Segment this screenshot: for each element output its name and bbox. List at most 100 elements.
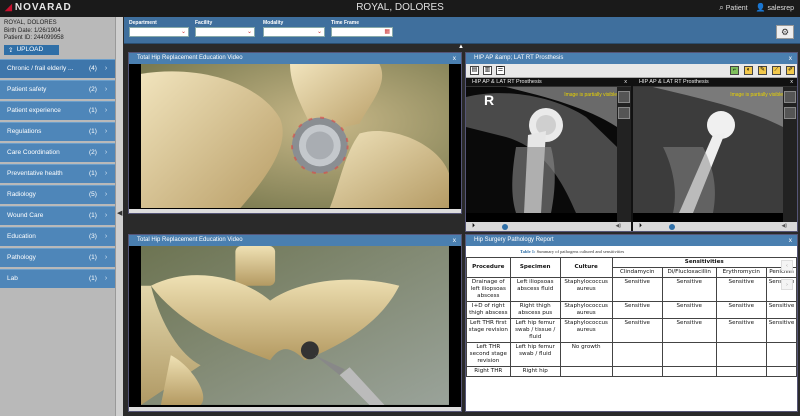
sensitivity-cell: Sensitive: [715, 277, 768, 302]
department-select[interactable]: ⌄: [129, 27, 189, 37]
panel-title: Total Hip Replacement Education Video: [137, 237, 243, 243]
thumbnail[interactable]: [618, 91, 630, 103]
xray-viewport-right[interactable]: HIP AP & LAT RT Prosthesis x Image is pa…: [633, 78, 797, 231]
next-page-icon[interactable]: ›: [781, 279, 793, 290]
cine-player: ⏵ ◀): [466, 222, 631, 231]
sidebar-category-item[interactable]: Pathology (1) ›: [0, 247, 115, 267]
xray-viewport-left[interactable]: HIP AP & LAT RT Prosthesis x R Image is …: [466, 78, 631, 231]
header-flucloxacillin: Di/Flucloxacillin: [661, 267, 717, 278]
modality-filter: Modality ⌄: [263, 20, 325, 37]
sidebar-category-item[interactable]: Preventative health (1) ›: [0, 163, 115, 183]
image-icon[interactable]: ▤: [470, 66, 479, 75]
close-icon[interactable]: x: [624, 78, 627, 87]
user-link-label: salesrep: [767, 5, 794, 12]
sensitivity-cell: [661, 366, 717, 377]
header-sensitivities: Sensitivities: [611, 257, 797, 268]
pathogen-table: Procedure Specimen Culture Sensitivities…: [466, 257, 797, 377]
chevron-right-icon: ›: [104, 107, 108, 114]
patient-info: ROYAL, DOLORES Birth Date: 1/26/1904 Pat…: [0, 17, 115, 43]
report-nav: ‹ ›: [781, 260, 795, 298]
thumbnail-strip: [617, 87, 631, 222]
close-icon[interactable]: x: [453, 235, 456, 246]
close-icon[interactable]: x: [789, 53, 792, 64]
sidebar-category-item[interactable]: Patient experience (1) ›: [0, 100, 115, 120]
video-player[interactable]: [129, 64, 461, 213]
timeframe-input[interactable]: ▦: [331, 27, 393, 37]
sensitivity-cell: Sensitive: [715, 301, 768, 319]
upload-button[interactable]: ⇪ UPLOAD: [4, 44, 59, 55]
close-icon[interactable]: x: [790, 78, 793, 87]
search-icon: ⌕: [719, 3, 724, 12]
sidebar-collapse-handle[interactable]: ◀: [115, 17, 123, 416]
annotate-icon[interactable]: ✎: [758, 66, 767, 75]
thumbnail[interactable]: [618, 107, 630, 119]
category-count: (2): [89, 149, 97, 156]
sidebar-category-item[interactable]: Education (3) ›: [0, 226, 115, 246]
category-label: Care Coordination: [7, 149, 60, 156]
pelvis-animation-frame: [141, 246, 449, 405]
window-level-icon[interactable]: ◐: [744, 66, 753, 75]
patient-link[interactable]: ⌕ Patient: [719, 3, 747, 13]
side-marker: R: [484, 92, 495, 108]
header-procedure: Procedure: [466, 257, 511, 278]
cine-slider-knob[interactable]: [502, 224, 508, 230]
volume-icon[interactable]: ◀): [615, 223, 621, 229]
settings-button[interactable]: ⚙: [776, 25, 794, 39]
pencil-icon[interactable]: ✐: [786, 66, 795, 75]
category-count: (1): [89, 107, 97, 114]
cine-slider-knob[interactable]: [669, 224, 675, 230]
sensitivity-cell: Sensitive: [766, 318, 797, 343]
chevron-up-icon[interactable]: ▲: [458, 44, 464, 50]
xray-panel: HIP AP &amp; LAT RT Prosthesis x ▤ ▥ ☰ ⌐…: [465, 52, 798, 232]
filter-bar: Department ⌄ Facility ⌄ Modality ⌄ Time …: [124, 17, 800, 44]
calendar-icon[interactable]: ▦: [384, 28, 390, 35]
sidebar-category-item[interactable]: Wound Care (1) ›: [0, 205, 115, 225]
sidebar-category-item[interactable]: Lab (1) ›: [0, 268, 115, 288]
sidebar-category-item[interactable]: Care Coordination (2) ›: [0, 142, 115, 162]
sidebar-category-item[interactable]: Radiology (5) ›: [0, 184, 115, 204]
modality-select[interactable]: ⌄: [263, 27, 325, 37]
panel-header: Hip Surgery Pathology Report x: [466, 235, 797, 246]
play-icon[interactable]: ⏵: [472, 223, 475, 230]
specimen-cell: Left iliopsoas abscess fluid: [509, 277, 561, 302]
document-icon[interactable]: ▥: [483, 66, 492, 75]
timeframe-label: Time Frame: [331, 20, 359, 26]
play-icon[interactable]: ⏵: [639, 223, 642, 230]
sensitivity-cell: [766, 342, 797, 367]
close-icon[interactable]: x: [453, 53, 456, 64]
video-player[interactable]: [129, 246, 461, 411]
department-label: Department: [129, 20, 157, 26]
panel-header: HIP AP &amp; LAT RT Prosthesis x: [466, 53, 797, 64]
close-icon[interactable]: x: [789, 235, 792, 246]
panel-header: Total Hip Replacement Education Video x: [129, 53, 461, 64]
facility-select[interactable]: ⌄: [195, 27, 255, 37]
category-count: (3): [89, 233, 97, 240]
horizontal-scrollbar[interactable]: [129, 407, 461, 411]
category-count: (5): [89, 191, 97, 198]
panel-title: Total Hip Replacement Education Video: [137, 55, 243, 61]
volume-icon[interactable]: ◀): [781, 223, 787, 229]
sensitivity-cell: [611, 342, 663, 367]
thumbnail[interactable]: [784, 91, 796, 103]
sensitivity-cell: [766, 366, 797, 377]
sidebar-category-item[interactable]: Patient safety (2) ›: [0, 79, 115, 99]
culture-cell: [559, 366, 613, 377]
category-label: Pathology: [7, 254, 36, 261]
top-bar: ◢ NOVARAD ROYAL, DOLORES ⌕ Patient 👤 salesr…: [0, 0, 800, 17]
category-label: Regulations: [7, 128, 42, 135]
thumbnail-strip: [783, 87, 797, 222]
header-erythromycin: Erythromycin: [715, 267, 768, 278]
horizontal-scrollbar[interactable]: [129, 209, 461, 213]
measure-icon[interactable]: ⟋: [772, 66, 781, 75]
list-icon[interactable]: ☰: [496, 66, 505, 75]
prev-page-icon[interactable]: ‹: [781, 260, 793, 271]
thumbnail[interactable]: [784, 107, 796, 119]
window-title: ROYAL, DOLORES: [356, 2, 444, 13]
sidebar-category-item[interactable]: Regulations (1) ›: [0, 121, 115, 141]
sensitivity-cell: Sensitive: [611, 301, 663, 319]
sidebar-category-item[interactable]: Chronic / frail elderly ... (4) ›: [0, 58, 115, 78]
layout-icon[interactable]: ⌐: [730, 66, 739, 75]
procedure-cell: Drainage of left iliopsoas abscess: [466, 277, 511, 302]
table-row: Left THR second stage revision Left hip f…: [466, 342, 797, 367]
user-link[interactable]: 👤 salesrep: [756, 3, 794, 13]
